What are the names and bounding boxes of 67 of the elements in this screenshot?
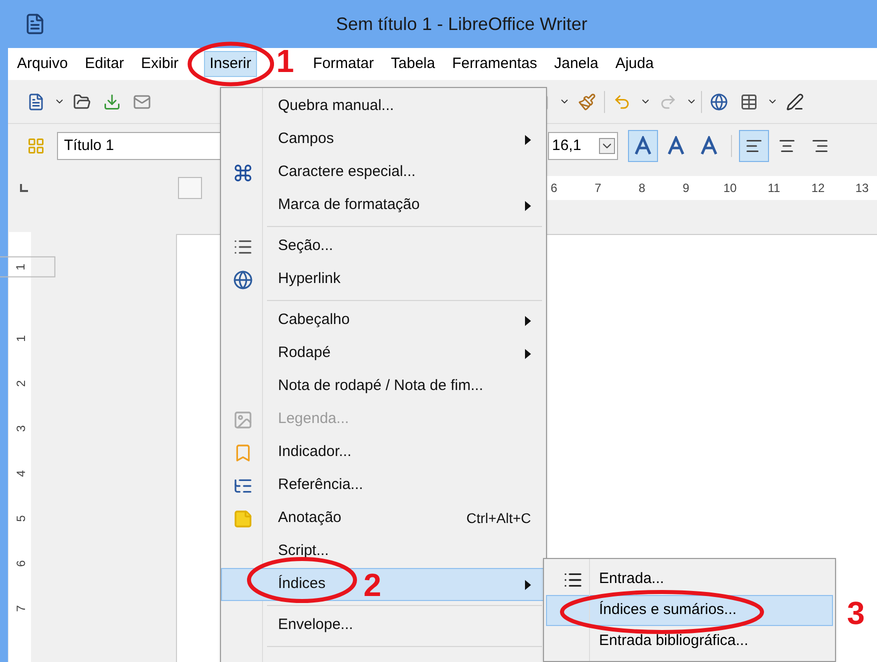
ruler-number: 8 [638, 180, 646, 197]
menu-item[interactable]: Inserir [204, 51, 258, 77]
ruler-number: 1 [12, 335, 28, 342]
menu-item[interactable]: Tabela [384, 51, 442, 77]
menu-item[interactable]: Formatar [307, 51, 380, 77]
annotation-number: 2 [364, 568, 382, 600]
window-title: Sem título 1 - LibreOffice Writer [336, 12, 588, 36]
ruler-number: 3 [12, 425, 28, 432]
ruler-number: 10 [722, 180, 738, 197]
menu-item[interactable]: Nota de rodapé / Nota de fim... [221, 370, 546, 403]
annotation-number: 1 [276, 45, 294, 77]
menu-item[interactable]: Ajuda [609, 51, 660, 77]
menu-item[interactable]: Janela [548, 51, 604, 77]
align-center-icon [778, 137, 796, 155]
submenu-arrow-icon [525, 580, 531, 590]
align-right-icon [811, 137, 829, 155]
annotation-number: 3 [847, 597, 865, 629]
menu-item[interactable]: Editar [78, 51, 130, 77]
submenu-arrow-icon [525, 134, 531, 144]
font-style-button[interactable] [628, 130, 658, 162]
menu-item[interactable]: Anotação Ctrl+Alt+C [221, 502, 546, 535]
menu-item[interactable]: Script... [221, 535, 546, 568]
submenu-arrow-icon [525, 316, 531, 326]
menu-item[interactable]: Quebra manual... [221, 90, 546, 123]
letter-a-icon [666, 136, 686, 156]
ruler-number: 13 [854, 180, 870, 197]
menu-item[interactable]: Exibir [135, 51, 185, 77]
letter-a-icon [633, 136, 653, 156]
menu-item[interactable]: Arquivo [11, 51, 74, 77]
ruler-number: 6 [550, 180, 558, 197]
menu-item[interactable]: Índices 2 [221, 568, 546, 601]
ruler-number: 7 [594, 180, 602, 197]
caption-icon [233, 410, 253, 430]
menu-item[interactable]: Referência... [221, 469, 546, 502]
menu-item[interactable]: Marca de formatação [221, 189, 546, 222]
menu-item[interactable]: Rodapé [221, 337, 546, 370]
menu-item[interactable]: Ferramentas [446, 51, 544, 77]
submenu-arrow-icon [525, 348, 531, 358]
menu-item[interactable]: Índices e sumários... [546, 595, 833, 626]
ruler-number: 5 [12, 515, 28, 522]
menu-item[interactable]: Cabeçalho [221, 304, 546, 337]
menu-item[interactable]: Envelope... [221, 609, 546, 642]
command-icon [233, 162, 253, 182]
align-button[interactable] [739, 130, 769, 162]
globe-icon [233, 270, 253, 290]
document-icon [24, 13, 46, 35]
ruler-number: 11 [766, 180, 782, 197]
ruler-number: 6 [12, 560, 28, 567]
ruler-margin-marker [178, 177, 202, 199]
note-icon [233, 508, 253, 528]
letter-a-icon [699, 136, 719, 156]
font-size-field[interactable]: 16,1 [548, 132, 618, 160]
shortcut-label: Ctrl+Alt+C [466, 509, 531, 528]
menu-item[interactable]: Indicador... [221, 436, 546, 469]
menu-item[interactable]: Seção... [221, 230, 546, 263]
ruler-number: 4 [12, 470, 28, 477]
menu-item[interactable]: Hyperlink [221, 263, 546, 296]
ruler-number: 1 [0, 256, 55, 278]
submenu-arrow-icon [525, 200, 531, 210]
tab-stop-icon[interactable] [20, 184, 28, 192]
ruler-number: 7 [12, 605, 28, 612]
menu-item[interactable]: Entrada bibliográfica... [546, 626, 833, 657]
ruler-number: 12 [810, 180, 826, 197]
menu-item[interactable]: Entrada... [546, 564, 833, 595]
ruler-number: 2 [12, 380, 28, 387]
ruler-number: 9 [682, 180, 690, 197]
align-left-icon [745, 137, 763, 155]
